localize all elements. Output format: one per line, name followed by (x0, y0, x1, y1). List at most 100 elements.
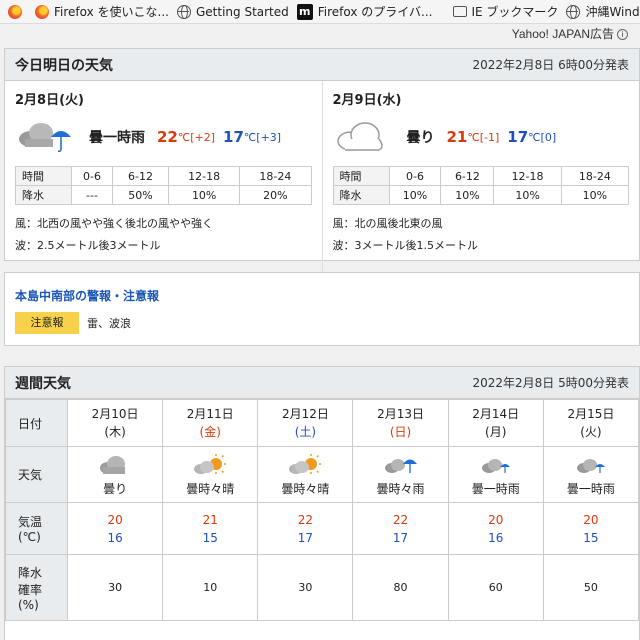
ad-label[interactable]: Yahoo! JAPAN広告 (512, 27, 614, 41)
wave-text: 波：3メートル後1.5メートル (332, 239, 479, 252)
rain-value: 10% (168, 185, 241, 205)
week-weather-cell: 曇時々晴 (257, 446, 354, 503)
cloud-rain-icon (19, 123, 71, 153)
weather-text: 曇一時雨 (89, 130, 145, 146)
temp-label-line: 気温 (18, 515, 43, 529)
bookmark-ie-folder[interactable]: IE ブックマーク (445, 0, 559, 23)
prob-label-line: 降水 (18, 565, 43, 580)
cloud-sun-icon (194, 454, 227, 474)
low-temp: 17 (223, 128, 244, 146)
day-forecast-tomorrow: 2月9日(水) 曇り 21 ℃ [-1] 17 ℃ [0] 時間 0-6 6-12 (321, 81, 640, 291)
cloud-rain-icon (384, 459, 417, 473)
warning-row: 注意報 雷、波浪 (5, 312, 639, 334)
wave-text: 波：2.5メートル後3メートル (15, 239, 161, 252)
week-prob: 60 (447, 554, 544, 621)
issued-time: 2022年2月8日 5時00分発表 (472, 376, 629, 390)
week-date: 2月11日 (186, 407, 234, 421)
week-weather-cell: 曇一時雨 (447, 446, 544, 503)
week-dow: (火) (580, 425, 602, 439)
bookmark-label: Firefox を使いこな... (54, 5, 169, 19)
weather-row-label: 天気 (5, 446, 68, 503)
week-date-cell: 2月13日 (日) (352, 399, 449, 447)
bookmark-label: IE ブックマーク (471, 5, 559, 19)
time-slot: 18-24 (239, 166, 312, 186)
globe-icon (176, 4, 191, 19)
warnings-title[interactable]: 本島中南部の警報・注意報 (5, 273, 639, 312)
week-low-temp: 15 (583, 530, 599, 545)
week-date: 2月14日 (472, 407, 520, 421)
week-weather-text: 曇時々晴 (281, 482, 330, 496)
prob-label-line: 確率 (18, 582, 43, 597)
advisory-badge: 注意報 (15, 312, 79, 334)
week-low-temp: 16 (488, 530, 504, 545)
week-weather-text: 曇り (103, 482, 128, 496)
bookmark-firefox-privacy[interactable]: m Firefox のプライバ... (289, 0, 433, 23)
week-high-temp: 22 (392, 512, 409, 527)
rain-value: 10% (493, 185, 562, 205)
high-temp: 22 (157, 128, 178, 146)
bookmark-label: 沖縄WindGURU: J (585, 5, 640, 19)
section-title: 週間天気 (15, 375, 71, 392)
week-temp-cell: 21 15 (162, 502, 259, 555)
rain-value: 20% (239, 185, 312, 205)
week-weather-text: 曇時々雨 (376, 482, 425, 496)
cloud-icon (336, 122, 383, 151)
firefox-icon (8, 4, 22, 19)
week-high-temp: 21 (202, 512, 218, 527)
bookmark-windguru[interactable]: 沖縄WindGURU: J (558, 0, 640, 23)
bookmark-label: Firefox のプライバ... (317, 5, 433, 19)
folder-icon (452, 6, 467, 17)
warnings-section: 本島中南部の警報・注意報 注意報 雷、波浪 (4, 272, 640, 346)
week-low-temp: 16 (107, 530, 123, 545)
week-dow: (日) (389, 425, 412, 439)
section-header: 今日明日の天気 2022年2月8日 6時00分発表 (5, 49, 639, 81)
section-header: 週間天気 2022年2月8日 5時00分発表 (5, 367, 639, 399)
rain-table: 時間 0-6 6-12 12-18 18-24 降水 10% 10% 10% 1… (332, 166, 630, 205)
high-temp: 21 (446, 128, 468, 146)
low-temp-unit: ℃ (243, 130, 257, 144)
bookmark-firefox-tips[interactable]: Firefox を使いこな... (27, 0, 169, 23)
prob-row: 降水 確率 (%) 30 10 30 80 60 50 (5, 554, 640, 621)
globe-icon (566, 4, 581, 19)
info-icon[interactable]: i (617, 29, 628, 41)
week-weather-cell: 曇時々晴 (162, 446, 259, 503)
week-weather-cell: 曇一時雨 (542, 446, 640, 503)
time-slot: 6-12 (111, 166, 170, 186)
week-prob: 80 (352, 554, 449, 621)
high-temp-unit: ℃ (177, 130, 191, 144)
rain-row: 降水 --- 50% 10% 20% (15, 185, 312, 205)
rain-row: 降水 10% 10% 10% 10% (332, 185, 630, 205)
day-columns: 2月8日(火) 曇一時雨 22℃[+2] 17℃[+3] 時間 0-6 (5, 81, 639, 291)
week-date-cell: 2月10日 (木) (66, 399, 164, 447)
week-temp-cell: 20 15 (542, 502, 640, 555)
date-row: 日付 2月10日 (木) 2月11日 (金) 2月12日 (土) 2月13日 (日) 2… (5, 399, 640, 447)
today-tomorrow-section: 今日明日の天気 2022年2月8日 6時00分発表 2月8日(火) 曇一時雨 2… (4, 48, 640, 291)
firefox-icon (35, 4, 49, 19)
bookmark-label: Getting Started (195, 4, 289, 19)
bookmarks-bar: Firefox を使いこな... Getting Started m Firefo… (0, 0, 640, 24)
cloud-icon (100, 456, 126, 474)
weather-row: 天気 曇り 曇時々晴 曇時々晴 曇時々雨 曇一時雨 曇一時雨 (5, 446, 640, 503)
ad-label-row: Yahoo! JAPAN広告 i (0, 24, 640, 44)
issued-time: 2022年2月8日 6時00分発表 (472, 58, 629, 72)
day-date: 2月9日(水) (332, 93, 402, 108)
week-date-cell: 2月11日 (金) (162, 399, 259, 447)
time-row: 時間 0-6 6-12 12-18 18-24 (332, 166, 630, 186)
bookmark-getting-started[interactable]: Getting Started (169, 0, 289, 23)
week-date-cell: 2月15日 (火) (542, 399, 640, 447)
day-date: 2月8日(火) (15, 93, 84, 108)
week-low-temp: 17 (297, 530, 314, 545)
high-temp-diff: [+2] (190, 130, 216, 144)
low-temp-diff: [0] (540, 130, 557, 144)
week-dow: (金) (199, 425, 221, 439)
time-header: 時間 (332, 166, 390, 186)
wind-text: 風：北の風後北東の風 (332, 217, 443, 230)
week-high-temp: 20 (488, 512, 504, 527)
week-high-temp: 20 (107, 512, 123, 527)
time-slot: 0-6 (71, 166, 113, 186)
week-temp-cell: 22 17 (257, 502, 354, 555)
rain-value: 10% (560, 185, 630, 205)
weekly-table: 日付 2月10日 (木) 2月11日 (金) 2月12日 (土) 2月13日 (日) 2… (5, 399, 640, 621)
date-row-label: 日付 (5, 399, 68, 447)
bookmark-firefox[interactable] (0, 0, 27, 23)
